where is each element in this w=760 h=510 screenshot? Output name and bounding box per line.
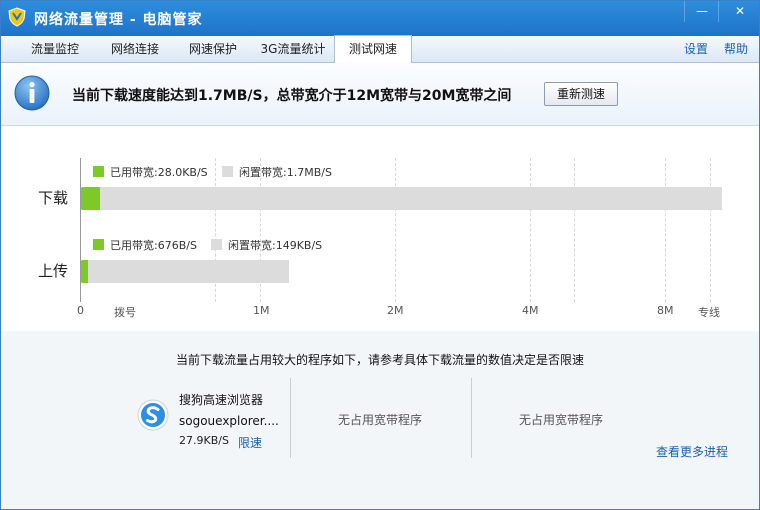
programs-hint-text: 当前下载流量占用较大的程序如下，请参考具体下载流量的数值决定是否限速	[175, 353, 584, 367]
program-exe: sogouexplorer....	[179, 414, 279, 428]
empty-program-slot: 无占用宽带程序	[519, 413, 604, 427]
upload-used-bar	[81, 260, 88, 283]
x-tick-label: 拨号	[114, 306, 136, 319]
category-download: 下载	[38, 189, 69, 207]
settings-link[interactable]: 设置	[684, 36, 708, 62]
used-swatch	[93, 239, 104, 250]
info-icon	[14, 75, 50, 111]
help-link[interactable]: 帮助	[724, 36, 748, 62]
x-tick-label: 8M	[657, 304, 674, 317]
empty-program-slot: 无占用宽带程序	[338, 413, 423, 427]
tab-network-connections[interactable]: 网络连接	[96, 36, 174, 62]
program-name: 搜狗高速浏览器	[179, 393, 264, 407]
legend-label: 已用带宽:28.0KB/S	[110, 166, 208, 179]
x-tick-label: 专线	[698, 306, 720, 319]
idle-swatch	[222, 166, 233, 177]
sogou-browser-icon	[137, 399, 169, 431]
x-tick-label: 1M	[253, 304, 270, 317]
grid-line	[710, 158, 711, 302]
top-programs-panel: 当前下载流量占用较大的程序如下，请参考具体下载流量的数值决定是否限速 搜狗高速浏…	[0, 331, 760, 510]
x-tick-label: 0	[77, 304, 84, 317]
legend-label: 已用带宽:676B/S	[110, 239, 197, 252]
limit-speed-link[interactable]: 限速	[238, 434, 262, 451]
speed-chart: 已用带宽:28.0KB/S 闲置带宽:1.7MB/S 下载 已用带宽:676B/…	[0, 126, 760, 330]
retest-button[interactable]: 重新测速	[544, 82, 618, 106]
category-upload: 上传	[38, 262, 69, 280]
column-divider	[471, 378, 472, 458]
title-bar: 网络流量管理 - 电脑管家 — ✕	[0, 0, 760, 36]
x-tick-label: 2M	[387, 304, 404, 317]
grid-line	[395, 158, 396, 302]
minimize-button[interactable]: —	[684, 0, 719, 22]
download-used-bar	[81, 187, 100, 210]
legend-download-used: 已用带宽:28.0KB/S	[93, 164, 208, 180]
legend-label: 闲置带宽:149KB/S	[228, 239, 323, 252]
legend-download-idle: 闲置带宽:1.7MB/S	[222, 164, 332, 180]
tab-speed-test[interactable]: 测试网速	[334, 35, 412, 63]
download-idle-bar	[81, 187, 722, 210]
column-divider	[290, 378, 291, 458]
window-title: 网络流量管理 - 电脑管家	[34, 12, 203, 28]
legend-label: 闲置带宽:1.7MB/S	[239, 166, 332, 179]
used-swatch	[93, 166, 104, 177]
info-bar: 当前下载速度能达到1.7MB/S，总带宽介于12M宽带与20M宽带之间 重新测速	[0, 63, 760, 126]
tab-bar: 流量监控 网络连接 网速保护 3G流量统计 测试网速 设置 帮助	[0, 35, 760, 63]
speed-result-message: 当前下载速度能达到1.7MB/S，总带宽介于12M宽带与20M宽带之间	[72, 88, 512, 104]
tab-traffic-monitor[interactable]: 流量监控	[14, 36, 96, 62]
tab-3g-stats[interactable]: 3G流量统计	[252, 36, 334, 62]
legend-upload-idle: 闲置带宽:149KB/S	[211, 237, 322, 253]
grid-line	[530, 158, 531, 302]
program-speed: 27.9KB/S	[179, 434, 229, 447]
view-more-processes-link[interactable]: 查看更多进程	[656, 443, 728, 460]
idle-swatch	[211, 239, 222, 250]
grid-line	[574, 158, 575, 302]
upload-idle-bar	[81, 260, 289, 283]
legend-upload-used: 已用带宽:676B/S	[93, 237, 197, 253]
x-tick-label: 4M	[522, 304, 539, 317]
close-button[interactable]: ✕	[718, 0, 760, 22]
grid-line	[665, 158, 666, 302]
tab-speed-protection[interactable]: 网速保护	[174, 36, 252, 62]
tencent-shield-logo-icon	[8, 7, 26, 27]
